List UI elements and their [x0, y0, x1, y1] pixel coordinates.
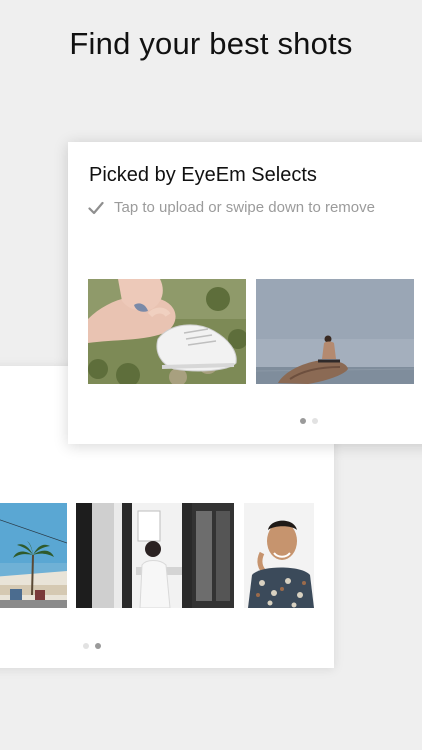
page-indicator [300, 418, 318, 424]
page-dot [312, 418, 318, 424]
card-hint-text: Tap to upload or swipe down to remove [114, 199, 375, 216]
card-hint: Tap to upload or swipe down to remove [88, 199, 375, 216]
page-title: Find your best shots [69, 26, 353, 61]
photo-sneakers-on-grass[interactable] [88, 279, 246, 384]
card-title: Picked by EyeEm Selects [89, 164, 317, 186]
selects-card[interactable]: Picked by EyeEm Selects Tap to upload or… [68, 142, 422, 444]
page-dot-active [300, 418, 306, 424]
photo-portrait-man-patterned-shirt[interactable] [244, 503, 314, 608]
photo-palm-tree-street[interactable] [0, 503, 67, 608]
page-dot-active [95, 643, 101, 649]
photo-man-in-white-shirt-doorway[interactable] [76, 503, 234, 608]
page-indicator [83, 643, 101, 649]
page-dot [83, 643, 89, 649]
photo-man-on-rock-by-sea[interactable] [256, 279, 414, 384]
check-icon [88, 201, 104, 214]
